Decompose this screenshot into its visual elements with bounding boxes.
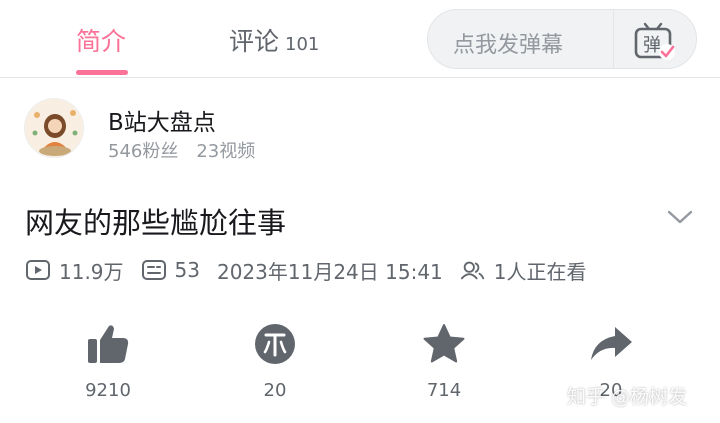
coin-button[interactable]: 20 <box>225 322 325 401</box>
tab-intro[interactable]: 简介 <box>76 22 126 58</box>
favorite-count: 714 <box>426 380 462 401</box>
video-meta: 11.9万 53 2023年11月24日 15:41 1人正在看 <box>25 257 587 284</box>
watermark: 知乎 @杨树发 <box>567 386 688 408</box>
thumbs-up-icon <box>85 322 131 366</box>
tab-comments[interactable]: 评论 101 <box>229 22 319 58</box>
star-icon <box>421 322 467 366</box>
danmaku-toggle-icon[interactable]: 弹 <box>632 21 676 61</box>
uploader-name[interactable]: B站大盘点 <box>108 103 216 137</box>
coin-count: 20 <box>263 380 287 401</box>
share-icon <box>588 322 634 366</box>
active-tab-indicator <box>76 70 128 75</box>
video-title: 网友的那些尴尬往事 <box>25 206 287 240</box>
tab-comments-label: 评论 <box>229 27 280 56</box>
video-count: 23视频 <box>196 141 256 162</box>
watching-count: 1人正在看 <box>493 259 587 284</box>
play-count-icon <box>25 259 51 281</box>
follower-count: 546粉丝 <box>108 141 179 162</box>
chevron-down-icon[interactable] <box>666 205 694 229</box>
danmaku-input-box[interactable]: 点我发弹幕 弹 <box>427 9 697 69</box>
danmaku-input-placeholder[interactable]: 点我发弹幕 <box>453 27 563 59</box>
danmaku-toggle-glyph: 弹 <box>643 35 661 56</box>
danmaku-count-icon <box>141 259 167 281</box>
uploader-stats: 546粉丝 23视频 <box>108 137 255 163</box>
danmaku-count: 53 <box>174 258 200 282</box>
play-count: 11.9万 <box>59 259 124 284</box>
publish-time: 2023年11月24日 15:41 <box>216 259 443 284</box>
like-button[interactable]: 9210 <box>58 322 158 401</box>
comments-count: 101 <box>285 34 320 55</box>
tab-bar: 简介 评论 101 点我发弹幕 弹 <box>0 0 720 78</box>
avatar[interactable] <box>24 98 84 158</box>
coin-icon <box>252 322 298 366</box>
like-count: 9210 <box>85 380 131 401</box>
divider <box>613 10 614 68</box>
favorite-button[interactable]: 714 <box>394 322 494 401</box>
viewers-icon <box>460 259 486 281</box>
